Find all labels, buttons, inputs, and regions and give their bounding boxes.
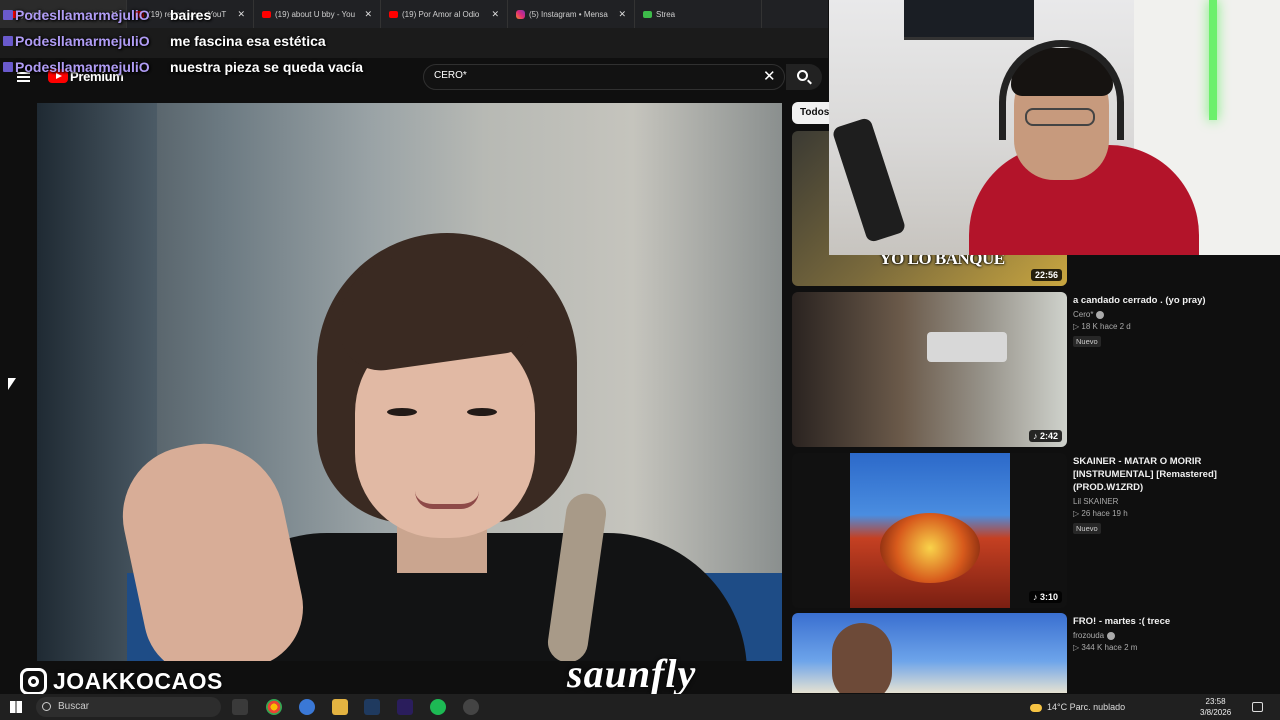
obs-icon[interactable] bbox=[463, 699, 479, 715]
webcam-led-strip bbox=[1209, 0, 1217, 120]
new-badge: Nuevo bbox=[1073, 336, 1101, 347]
duration-badge: ♪ 2:42 bbox=[1028, 430, 1062, 442]
video-stats: ▷ 26 hace 19 h bbox=[1073, 509, 1128, 518]
search-icon bbox=[797, 70, 808, 81]
video-title[interactable]: a candado cerrado . (yo pray) bbox=[1073, 294, 1253, 307]
microphone-icon bbox=[831, 116, 907, 244]
spotify-icon[interactable] bbox=[430, 699, 446, 715]
tab-label: (5) Instagram • Mensa bbox=[529, 9, 608, 19]
checklist-app-icon[interactable] bbox=[299, 699, 315, 715]
video-subject-mouth bbox=[415, 491, 479, 509]
green-app-icon bbox=[643, 10, 652, 18]
instagram-handle-overlay: JOAKKOCAOS bbox=[20, 668, 223, 695]
recommendation-item[interactable]: ♪ 2:42 a candado cerrado . (yo pray) Cer… bbox=[792, 292, 1262, 448]
thumbnail-camera bbox=[927, 332, 1007, 362]
video-subject-eye bbox=[467, 408, 497, 416]
chat-text: me fascina esa estética bbox=[170, 33, 326, 49]
system-tray-weather[interactable]: 14°C Parc. nublado bbox=[1030, 694, 1125, 720]
chrome-icon[interactable] bbox=[266, 699, 282, 715]
chat-username: PodesllamarmejuliO bbox=[15, 33, 150, 49]
clock-time: 23:58 bbox=[1205, 697, 1226, 706]
mouse-cursor-icon bbox=[8, 378, 16, 390]
browser-tab[interactable]: Strea bbox=[635, 0, 762, 28]
tab-label: Strea bbox=[656, 9, 676, 19]
recommendation-item[interactable]: ♪ 3:10 SKAINER - MATAR O MORIR [INSTRUME… bbox=[792, 453, 1262, 609]
chat-text: baires bbox=[170, 7, 212, 23]
clock-date: 3/8/2026 bbox=[1200, 708, 1232, 717]
file-explorer-icon[interactable] bbox=[332, 699, 348, 715]
channel-name[interactable]: Cero* bbox=[1073, 310, 1253, 319]
instagram-icon bbox=[516, 9, 525, 19]
video-subject-eye bbox=[387, 408, 417, 416]
channel-name[interactable]: Lil SKAINER bbox=[1073, 497, 1253, 506]
notification-icon[interactable] bbox=[1252, 702, 1263, 712]
duration-badge: 22:56 bbox=[1030, 269, 1062, 281]
signature-logo: saunfly bbox=[567, 651, 697, 696]
chat-badge-icon bbox=[3, 10, 13, 20]
instagram-icon bbox=[20, 668, 47, 695]
close-icon[interactable]: ✕ bbox=[618, 9, 626, 20]
video-stats: ▷ 18 K hace 2 d bbox=[1073, 322, 1131, 331]
clear-search-icon[interactable]: ✕ bbox=[763, 69, 776, 84]
stream-chat-overlay: PodesllamarmejuliO baires Podesllamarmeju… bbox=[0, 2, 420, 80]
taskbar-clock[interactable]: 23:58 3/8/2026 bbox=[1200, 696, 1231, 718]
webcam-background-tv bbox=[904, 0, 1034, 40]
new-badge: Nuevo bbox=[1073, 523, 1101, 534]
premiere-icon[interactable] bbox=[397, 699, 413, 715]
recommendation-meta: FRO! - martes :( trece frozouda ▷ 344 K … bbox=[1073, 615, 1253, 652]
recommendation-meta: a candado cerrado . (yo pray) Cero* ▷ 18… bbox=[1073, 294, 1253, 349]
video-thumbnail[interactable]: ♪ 2:42 bbox=[792, 292, 1067, 447]
video-player[interactable] bbox=[37, 103, 782, 661]
thumbnail-person bbox=[832, 623, 892, 693]
recommendation-item[interactable]: FRO! - martes :( trece frozouda ▷ 344 K … bbox=[792, 613, 1262, 693]
chat-badge-icon bbox=[3, 36, 13, 46]
video-stats: ▷ 344 K hace 2 m bbox=[1073, 643, 1138, 652]
channel-label[interactable]: Cero* bbox=[1073, 310, 1093, 319]
search-box[interactable] bbox=[423, 64, 785, 90]
instagram-handle: JOAKKOCAOS bbox=[53, 668, 223, 694]
video-thumbnail[interactable]: ♪ 3:10 bbox=[792, 453, 1067, 608]
channel-name[interactable]: frozouda bbox=[1073, 631, 1253, 640]
channel-label[interactable]: frozouda bbox=[1073, 631, 1104, 640]
video-title[interactable]: SKAINER - MATAR O MORIR [INSTRUMENTAL] [… bbox=[1073, 455, 1253, 494]
windows-taskbar: Buscar 14°C Parc. nublado 23:58 3/8/2026 bbox=[0, 694, 1280, 720]
search-button[interactable] bbox=[786, 64, 822, 90]
chat-username: PodesllamarmejuliO bbox=[15, 7, 150, 23]
search-input[interactable] bbox=[434, 70, 744, 81]
screen: yo pray ✕ (19) rezo x vos - YouT ✕ (19) ab… bbox=[0, 0, 1280, 720]
verified-icon bbox=[1107, 631, 1116, 640]
album-art-explosion bbox=[880, 513, 980, 583]
windows-start-icon[interactable] bbox=[10, 701, 22, 713]
video-thumbnail[interactable] bbox=[792, 613, 1067, 693]
video-title[interactable]: FRO! - martes :( trece bbox=[1073, 615, 1253, 628]
weather-icon bbox=[1030, 703, 1042, 712]
chat-message: PodesllamarmejuliO me fascina esa estétic… bbox=[0, 28, 420, 54]
weather-text: 14°C Parc. nublado bbox=[1047, 702, 1126, 712]
chat-message: PodesllamarmejuliO nuestra pieza se queda… bbox=[0, 54, 420, 80]
taskbar-search[interactable]: Buscar bbox=[36, 697, 221, 717]
chat-message: PodesllamarmejuliO baires bbox=[0, 2, 420, 28]
recommendation-meta: SKAINER - MATAR O MORIR [INSTRUMENTAL] [… bbox=[1073, 455, 1253, 536]
close-icon[interactable]: ✕ bbox=[491, 9, 499, 20]
streamer-glasses bbox=[1025, 108, 1095, 126]
task-view-icon[interactable] bbox=[232, 699, 248, 715]
verified-icon bbox=[1096, 310, 1105, 319]
duration-badge: ♪ 3:10 bbox=[1028, 591, 1062, 603]
webcam-overlay bbox=[829, 0, 1280, 255]
browser-tab[interactable]: (5) Instagram • Mensa ✕ bbox=[508, 0, 635, 28]
chat-text: nuestra pieza se queda vacía bbox=[170, 59, 363, 75]
chat-badge-icon bbox=[3, 62, 13, 72]
chat-username: PodesllamarmejuliO bbox=[15, 59, 150, 75]
photoshop-icon[interactable] bbox=[364, 699, 380, 715]
